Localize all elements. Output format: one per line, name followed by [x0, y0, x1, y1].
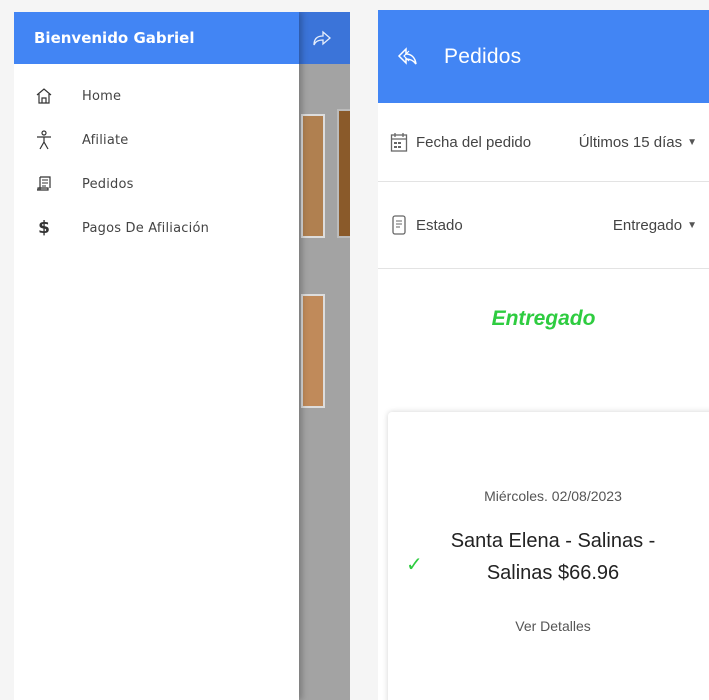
document-icon	[392, 215, 406, 235]
app-bar: Pedidos	[378, 10, 709, 103]
dropdown-value: Entregado	[612, 216, 683, 234]
date-range-dropdown[interactable]: Últimos 15 días ▼	[579, 134, 697, 151]
thumbnail-image	[301, 294, 325, 408]
menu-label: Pedidos	[82, 176, 134, 192]
drawer-menu: Home Afiliate Pedidos $ Pagos De Afiliac…	[14, 64, 299, 250]
caret-down-icon: ▼	[687, 219, 697, 231]
menu-item-home[interactable]: Home	[14, 74, 299, 118]
menu-item-afiliate[interactable]: Afiliate	[14, 118, 299, 162]
drawer-header: Bienvenido Gabriel	[14, 12, 299, 64]
menu-label: Pagos De Afiliación	[82, 220, 210, 236]
background-content	[299, 64, 350, 700]
menu-item-pedidos[interactable]: Pedidos	[14, 162, 299, 206]
menu-label: Home	[82, 88, 122, 104]
page-title: Pedidos	[444, 44, 522, 68]
menu-label: Afiliate	[82, 132, 129, 148]
status-dropdown[interactable]: Entregado ▼	[613, 217, 697, 234]
navigation-drawer: Bienvenido Gabriel Home Afiliate Pedidos	[14, 12, 299, 700]
receipt-icon	[34, 174, 54, 194]
thumbnail-image	[337, 109, 350, 238]
view-details-link[interactable]: Ver Detalles	[388, 618, 709, 634]
back-icon[interactable]	[396, 45, 420, 69]
order-summary: Santa Elena - Salinas - Salinas $66.96	[450, 530, 656, 584]
order-date: Miércoles. 02/08/2023	[484, 488, 622, 504]
filter-status: Estado Entregado ▼	[378, 182, 709, 269]
welcome-title: Bienvenido Gabriel	[34, 29, 195, 47]
filter-label: Estado	[416, 216, 463, 234]
orders-screen: Pedidos Fecha del pedido Últimos 15 días…	[378, 10, 709, 700]
caret-down-icon: ▼	[687, 136, 697, 148]
calendar-icon	[390, 133, 408, 152]
thumbnail-image	[301, 114, 325, 238]
drawer-screen: Bienvenido Gabriel Home Afiliate Pedidos	[14, 12, 350, 700]
filter-label: Fecha del pedido	[416, 133, 532, 151]
status-heading: Entregado	[491, 307, 596, 330]
dollar-icon: $	[38, 218, 50, 238]
share-icon[interactable]	[312, 29, 332, 47]
menu-item-pagos[interactable]: $ Pagos De Afiliación	[14, 206, 299, 250]
person-icon	[34, 130, 54, 150]
home-icon	[34, 86, 54, 106]
order-card[interactable]: Miércoles. 02/08/2023 ✓ Santa Elena - Sa…	[388, 412, 709, 700]
dropdown-value: Últimos 15 días	[578, 133, 683, 151]
filter-date: Fecha del pedido Últimos 15 días ▼	[378, 103, 709, 182]
